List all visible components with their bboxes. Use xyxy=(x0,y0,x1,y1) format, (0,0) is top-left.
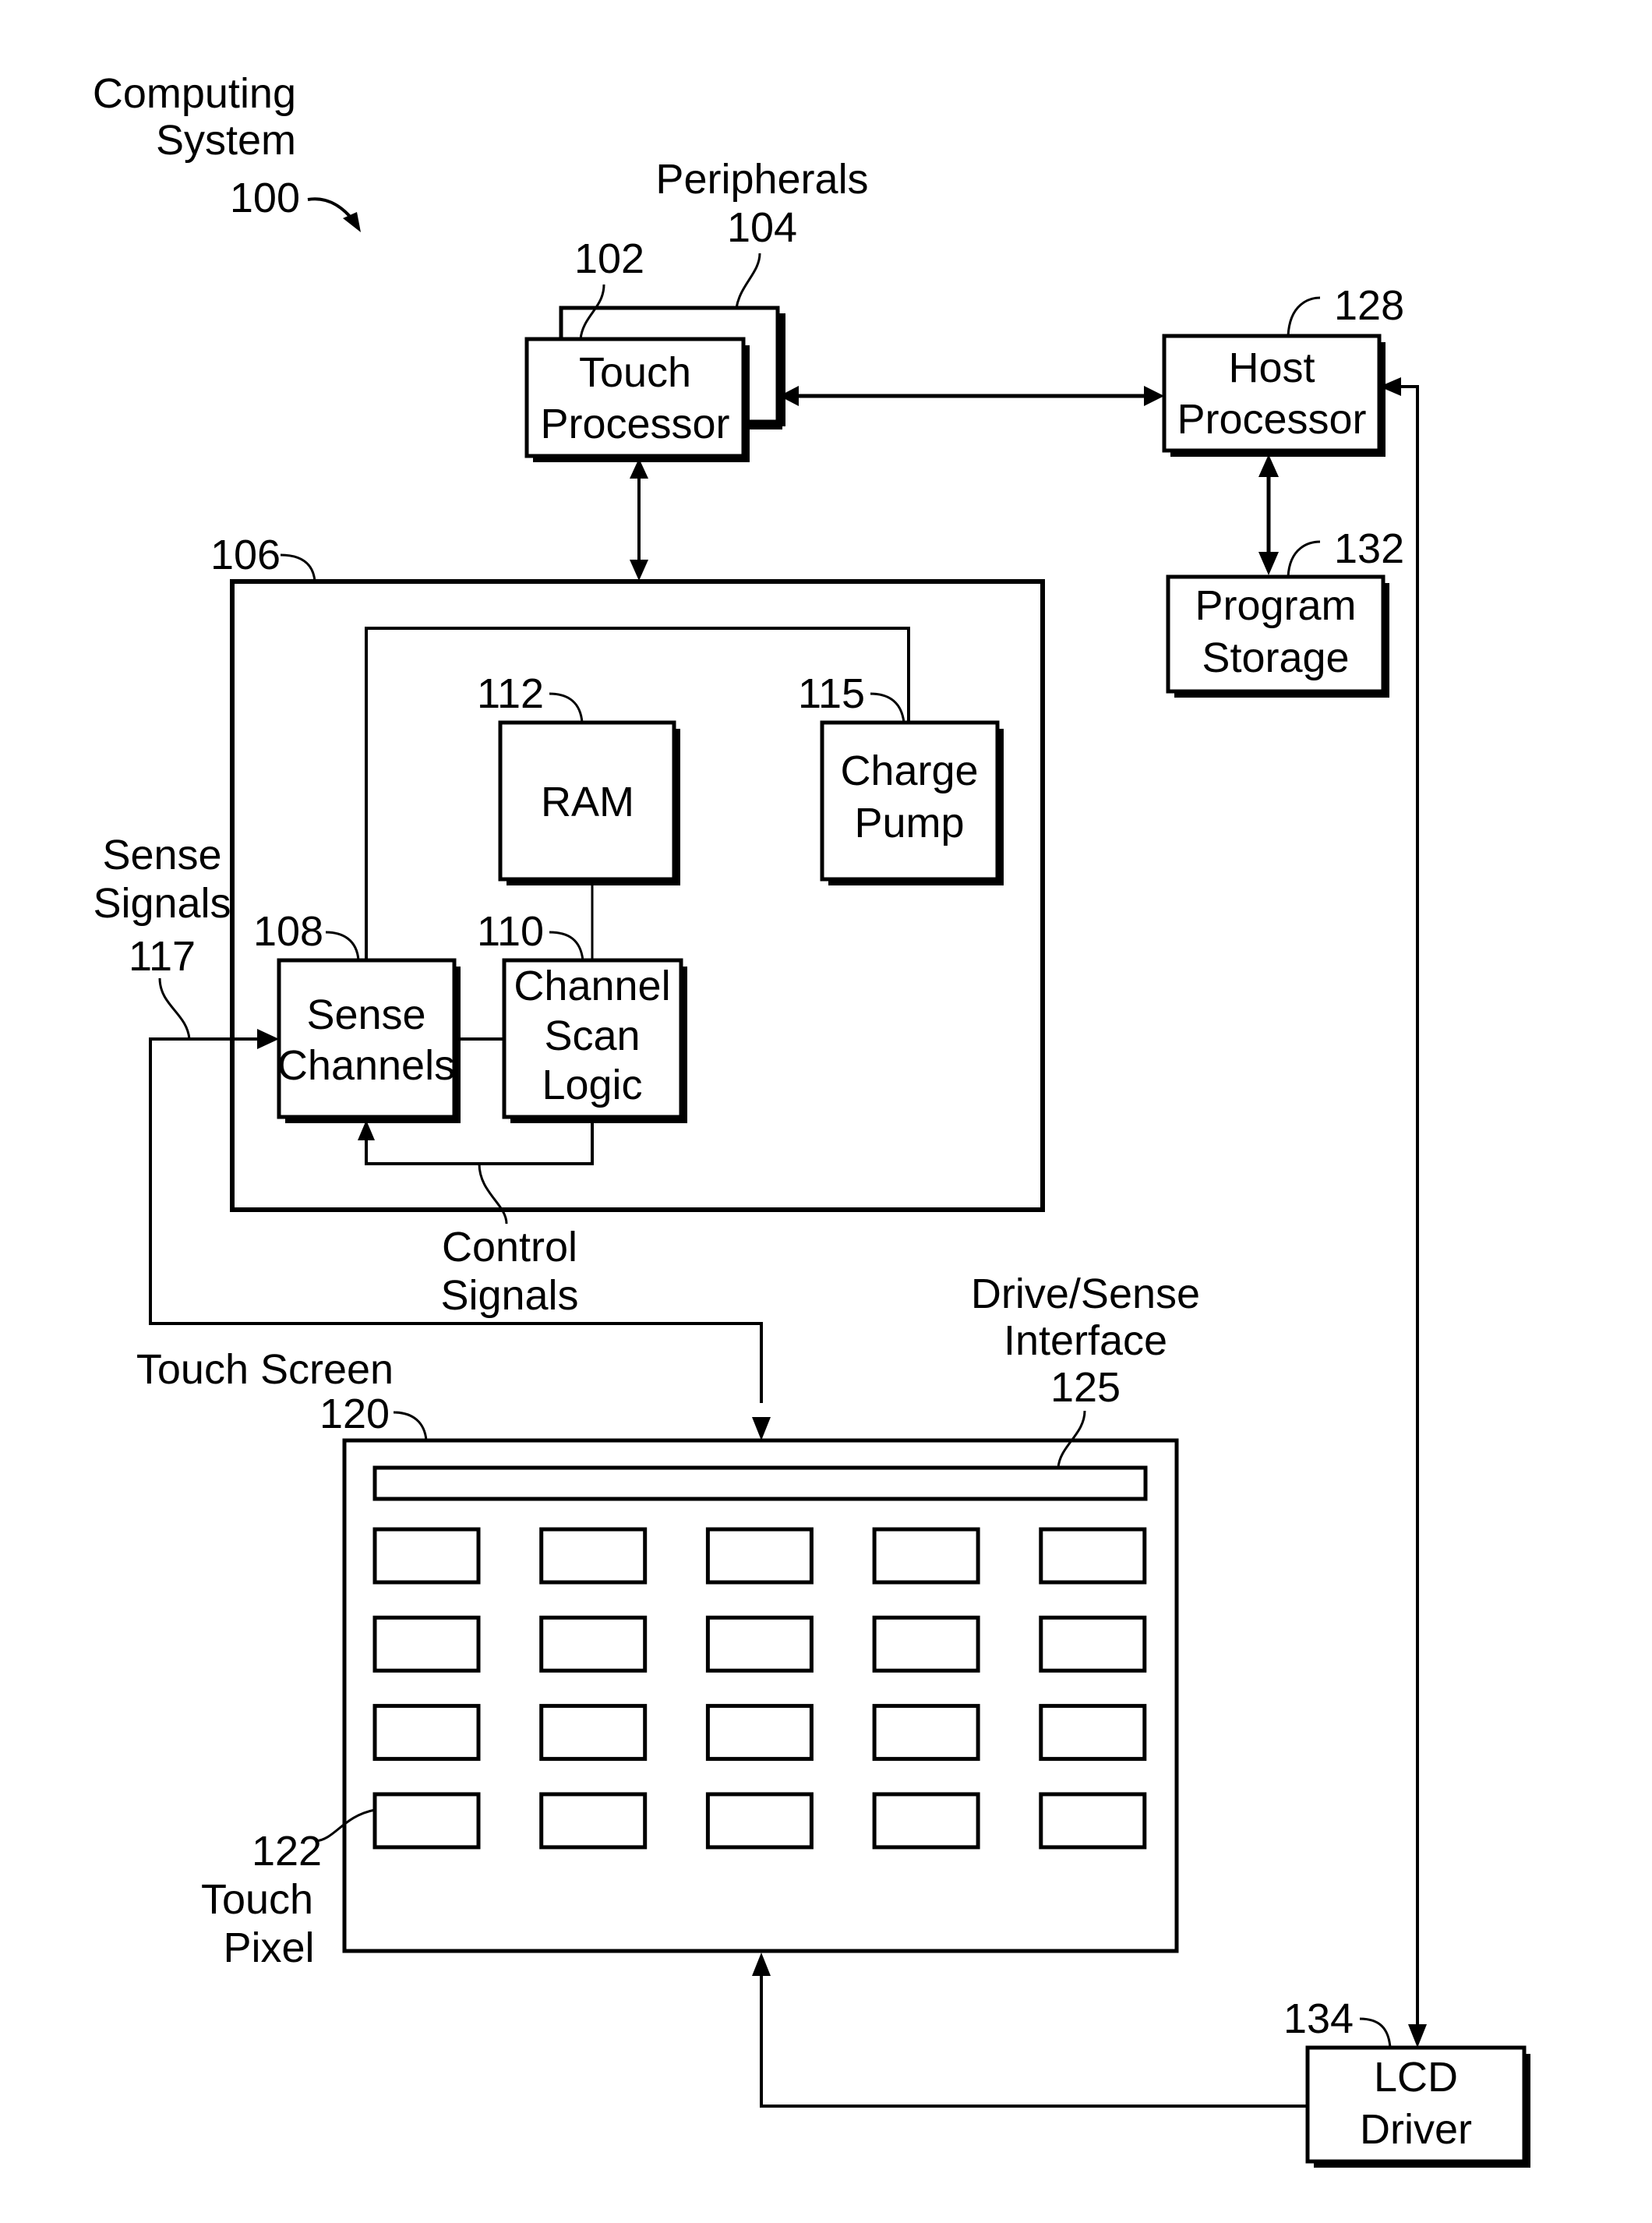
channel-scan-line1: Channel xyxy=(514,963,670,1009)
touch-processor-ref: 102 xyxy=(574,235,644,282)
control-signals-connection: Control Signals xyxy=(358,1117,594,1319)
charge-pump-ref: 115 xyxy=(798,670,865,717)
touch-pixel xyxy=(705,1792,814,1850)
charge-pump-leader xyxy=(870,692,905,723)
lcd-driver-leader xyxy=(1359,2017,1392,2048)
sense-signals-ref: 117 xyxy=(129,933,196,980)
touch-pixel xyxy=(872,1615,980,1673)
control-signals-line2: Signals xyxy=(440,1272,578,1319)
touch-pixel xyxy=(372,1792,481,1850)
sense-signals-leader xyxy=(158,977,191,1040)
touch-subsystem-ref: 106 xyxy=(210,532,281,578)
sense-signals-line2: Signals xyxy=(93,880,231,927)
touch-processor-line1: Touch xyxy=(579,349,691,396)
touch-pixel-ref: 122 xyxy=(252,1828,322,1875)
sense-channels-ref: 108 xyxy=(253,908,323,955)
ram-block: RAM 112 xyxy=(477,670,680,885)
touch-pixel xyxy=(1039,1704,1147,1762)
control-signals-leader xyxy=(478,1163,508,1225)
channel-scan-leader xyxy=(549,931,584,961)
program-storage-line2: Storage xyxy=(1202,634,1349,681)
touch-pixel-line1: Touch xyxy=(201,1876,313,1923)
figure-title: Computing System 100 xyxy=(93,70,361,232)
ram-leader xyxy=(549,692,584,723)
touch-pixel xyxy=(539,1615,648,1673)
touch-screen-leader xyxy=(393,1411,428,1441)
lcd-driver-ref: 134 xyxy=(1283,1995,1354,2042)
touch-subsystem-leader xyxy=(280,553,316,582)
sense-channels-leader xyxy=(325,931,360,961)
arrowhead-right xyxy=(1144,386,1164,406)
drive-sense-line1: Drive/Sense xyxy=(971,1271,1200,1317)
lcd-driver-line1: LCD xyxy=(1374,2054,1458,2101)
lcd-touchscreen-connection xyxy=(752,1953,1308,2108)
program-storage-block: Program Storage 132 xyxy=(1166,525,1404,698)
touch-pixel xyxy=(539,1792,648,1850)
touch-processor-block: Touch Processor 102 xyxy=(524,235,750,462)
drive-sense-line2: Interface xyxy=(1004,1317,1167,1364)
lcd-driver-block: LCD Driver 134 xyxy=(1283,1995,1530,2168)
host-processor-ref: 128 xyxy=(1334,282,1404,329)
charge-pump-line2: Pump xyxy=(854,800,964,846)
charge-pump-line1: Charge xyxy=(840,747,978,794)
tp-subsystem-connection xyxy=(630,458,648,581)
charge-pump-block: Charge Pump 115 xyxy=(798,670,1004,885)
touch-pixel xyxy=(872,1704,980,1762)
ram-ref: 112 xyxy=(477,670,544,717)
sense-channels-block: Sense Channels 108 xyxy=(253,908,461,1123)
host-processor-block: Host Processor 128 xyxy=(1162,282,1404,457)
channel-scan-line2: Scan xyxy=(544,1013,640,1059)
lcd-driver-line2: Driver xyxy=(1360,2106,1472,2153)
host-processor-leader xyxy=(1287,296,1321,337)
touch-pixel xyxy=(372,1704,481,1762)
sense-channels-line2: Channels xyxy=(277,1042,455,1089)
control-signals-line1: Control xyxy=(442,1224,577,1271)
title-line1: Computing xyxy=(93,70,296,117)
program-storage-line1: Program xyxy=(1195,582,1356,629)
touch-pixel xyxy=(705,1704,814,1762)
touch-pixel xyxy=(539,1527,648,1585)
host-storage-connection xyxy=(1258,454,1279,575)
touch-pixel xyxy=(372,1615,481,1673)
channel-scan-ref: 110 xyxy=(477,908,544,955)
drive-sense-ref: 125 xyxy=(1050,1364,1121,1411)
sense-channels-line1: Sense xyxy=(306,991,425,1038)
host-processor-line2: Processor xyxy=(1177,396,1366,443)
peripherals-leader xyxy=(735,253,761,309)
host-processor-line1: Host xyxy=(1228,345,1315,391)
touch-pixel xyxy=(1039,1527,1147,1585)
touch-pixel xyxy=(705,1527,814,1585)
title-line2: System xyxy=(156,117,296,164)
figure-ref-arrowhead xyxy=(343,212,361,232)
touch-pixel xyxy=(872,1792,980,1850)
touch-pixel-line2: Pixel xyxy=(223,1924,314,1971)
tp-host-connection xyxy=(779,386,1164,406)
touch-pixel xyxy=(539,1704,648,1762)
figure-ref: 100 xyxy=(230,175,300,221)
touch-processor-line2: Processor xyxy=(540,401,729,447)
touch-pixel xyxy=(872,1527,980,1585)
program-storage-ref: 132 xyxy=(1334,525,1404,572)
touch-pixel xyxy=(1039,1615,1147,1673)
ram-label: RAM xyxy=(541,779,634,825)
touch-screen-ref: 120 xyxy=(319,1391,390,1437)
peripherals-label: Peripherals xyxy=(655,156,868,203)
computing-system-diagram: Computing System 100 Peripherals 104 Tou… xyxy=(93,70,1530,2168)
touch-pixel xyxy=(372,1527,481,1585)
touch-pixel xyxy=(705,1615,814,1673)
sense-signals-line1: Sense xyxy=(102,832,221,878)
channel-scan-line3: Logic xyxy=(542,1062,642,1108)
touch-pixel xyxy=(1039,1792,1147,1850)
peripherals-ref: 104 xyxy=(727,204,797,251)
channel-scan-logic-block: Channel Scan Logic 110 xyxy=(477,908,687,1123)
program-storage-leader xyxy=(1287,540,1321,578)
touch-screen-label: Touch Screen xyxy=(136,1346,394,1393)
